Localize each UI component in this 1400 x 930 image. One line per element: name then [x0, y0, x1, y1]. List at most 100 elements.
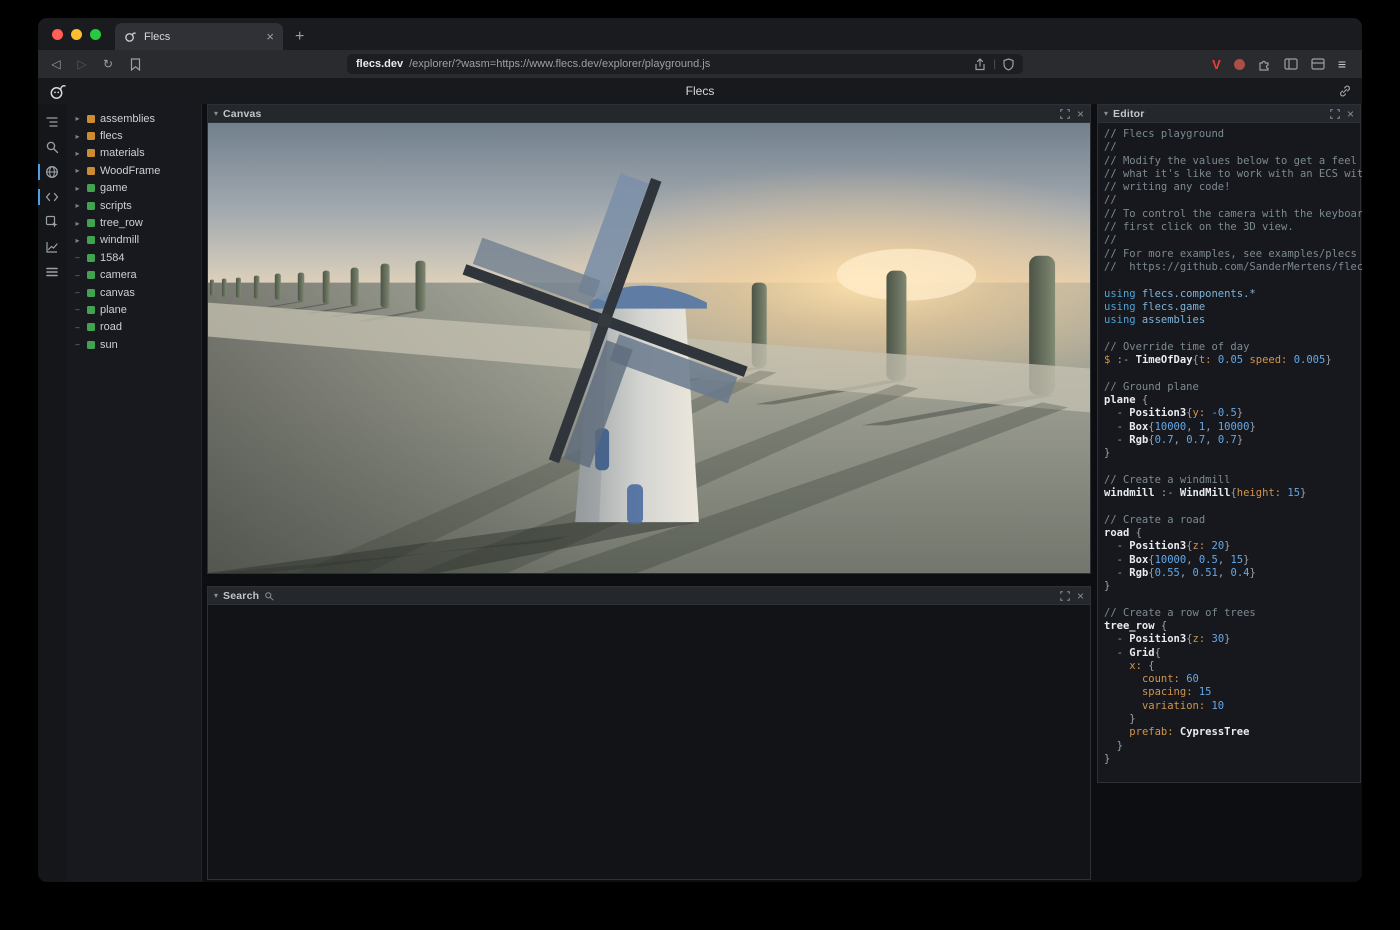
flecs-logo-icon [48, 81, 68, 101]
tree-item-windmill[interactable]: ▸windmill [66, 232, 201, 249]
back-button[interactable]: ◁ [46, 57, 66, 71]
inspector-icon[interactable] [38, 214, 66, 230]
tree-item-road[interactable]: –road [66, 319, 201, 336]
tab-close-icon[interactable]: × [266, 29, 274, 44]
window-zoom-button[interactable] [90, 29, 101, 40]
outliner-icon[interactable] [38, 114, 66, 130]
tree-item-assemblies[interactable]: ▸ assemblies [66, 110, 201, 127]
tab-tiling-icon[interactable] [1311, 58, 1325, 70]
tree-item-WoodFrame[interactable]: ▸WoodFrame [66, 162, 201, 179]
vivaldi-logo-icon[interactable]: V [1212, 57, 1221, 72]
code-line: - Box{10000, 0.5, 15} [1104, 554, 1360, 567]
share-link-icon[interactable] [1338, 84, 1352, 98]
code-line: prefab: CypressTree [1104, 726, 1360, 739]
search-results-area[interactable] [208, 605, 1090, 879]
code-line: // Ground plane [1104, 381, 1360, 394]
tab-title: Flecs [144, 31, 259, 43]
tree-item-sun[interactable]: –sun [66, 336, 201, 353]
expand-arrow-icon[interactable]: ▸ [73, 149, 82, 158]
code-editor-icon[interactable] [38, 189, 66, 205]
code-line: using flecs.game [1104, 301, 1360, 314]
canvas-panel-header[interactable]: ▾ Canvas × [208, 105, 1090, 123]
browser-tab-flecs[interactable]: Flecs × [115, 23, 283, 50]
entity-kind-icon [87, 202, 95, 210]
profile-avatar[interactable] [1234, 59, 1245, 70]
code-line: } [1104, 713, 1360, 726]
code-line: plane { [1104, 394, 1360, 407]
search-panel-header[interactable]: ▾ Search × [208, 587, 1090, 605]
chart-icon[interactable] [38, 239, 66, 255]
editor-panel-header[interactable]: ▾ Editor × [1098, 105, 1360, 123]
search-magnifier-icon [264, 591, 274, 601]
entity-kind-icon [87, 184, 95, 192]
expand-arrow-icon[interactable]: ▸ [73, 114, 82, 123]
tree-item-flecs[interactable]: ▸flecs [66, 127, 201, 144]
activity-bar [38, 104, 66, 882]
window-controls [38, 29, 115, 50]
expand-icon[interactable] [1330, 109, 1340, 119]
forward-button[interactable]: ▷ [72, 57, 92, 71]
expand-icon[interactable] [1060, 591, 1070, 601]
extensions-puzzle-icon[interactable] [1258, 58, 1271, 71]
menu-icon[interactable]: ≡ [1338, 56, 1346, 72]
tree-item-scripts[interactable]: ▸scripts [66, 197, 201, 214]
entity-kind-icon [87, 236, 95, 244]
collapse-caret-icon[interactable]: ▾ [214, 591, 218, 600]
tree-item-camera[interactable]: –camera [66, 267, 201, 284]
leaf-dash-icon: – [73, 271, 82, 280]
tree-item-label: road [100, 321, 122, 333]
code-line: // [1104, 194, 1360, 207]
tree-item-canvas[interactable]: –canvas [66, 284, 201, 301]
code-line: using flecs.components.* [1104, 288, 1360, 301]
world-canvas-icon[interactable] [38, 164, 66, 180]
code-line: } [1104, 447, 1360, 460]
reload-button[interactable]: ↻ [98, 57, 118, 71]
close-icon[interactable]: × [1077, 108, 1084, 120]
window-close-button[interactable] [52, 29, 63, 40]
new-tab-button[interactable]: + [283, 28, 316, 50]
close-icon[interactable]: × [1347, 108, 1354, 120]
code-area[interactable]: // Flecs playground//// Modify the value… [1098, 123, 1360, 766]
tree-item-label: assemblies [100, 113, 155, 125]
shield-icon[interactable] [1003, 58, 1014, 71]
expand-arrow-icon[interactable]: ▸ [73, 166, 82, 175]
tree-item-plane[interactable]: –plane [66, 301, 201, 318]
url-bar[interactable]: flecs.dev/explorer/?wasm=https://www.fle… [347, 54, 1023, 74]
expand-arrow-icon[interactable]: ▸ [73, 236, 82, 245]
search-icon[interactable] [38, 139, 66, 155]
code-line: - Box{10000, 1, 10000} [1104, 421, 1360, 434]
tree-item-label: sun [100, 339, 118, 351]
entity-kind-icon [87, 167, 95, 175]
expand-arrow-icon[interactable]: ▸ [73, 219, 82, 228]
tree-item-materials[interactable]: ▸materials [66, 145, 201, 162]
expand-icon[interactable] [1060, 109, 1070, 119]
code-line: // To control the camera with the keyboa… [1104, 208, 1360, 221]
collapse-caret-icon[interactable]: ▾ [1104, 109, 1108, 118]
tree-item-tree_row[interactable]: ▸tree_row [66, 214, 201, 231]
code-line: // what it's like to work with an ECS wi… [1104, 168, 1360, 181]
expand-arrow-icon[interactable]: ▸ [73, 201, 82, 210]
flecs-favicon-icon [124, 30, 137, 43]
code-line: } [1104, 753, 1360, 766]
stats-icon[interactable] [38, 264, 66, 280]
canvas-3d-view[interactable] [208, 123, 1090, 573]
code-line: - Rgb{0.55, 0.51, 0.4} [1104, 567, 1360, 580]
code-line: // first click on the 3D view. [1104, 221, 1360, 234]
collapse-caret-icon[interactable]: ▾ [214, 109, 218, 118]
tree-item-1584[interactable]: –1584 [66, 249, 201, 266]
code-line: spacing: 15 [1104, 686, 1360, 699]
code-line: $ :- TimeOfDay{t: 0.05 speed: 0.005} [1104, 354, 1360, 367]
window-minimize-button[interactable] [71, 29, 82, 40]
code-line: // Create a row of trees [1104, 607, 1360, 620]
expand-arrow-icon[interactable]: ▸ [73, 132, 82, 141]
entity-kind-icon [87, 132, 95, 140]
share-icon[interactable] [974, 58, 986, 71]
navigation-bar: ◁ ▷ ↻ flecs.dev/explorer/?wasm=https://w… [38, 50, 1362, 78]
expand-arrow-icon[interactable]: ▸ [73, 184, 82, 193]
side-panel-icon[interactable] [1284, 58, 1298, 70]
tree-item-game[interactable]: ▸game [66, 180, 201, 197]
bookmark-icon[interactable] [130, 58, 141, 71]
entity-kind-icon [87, 115, 95, 123]
code-line: // Create a windmill [1104, 474, 1360, 487]
close-icon[interactable]: × [1077, 590, 1084, 602]
